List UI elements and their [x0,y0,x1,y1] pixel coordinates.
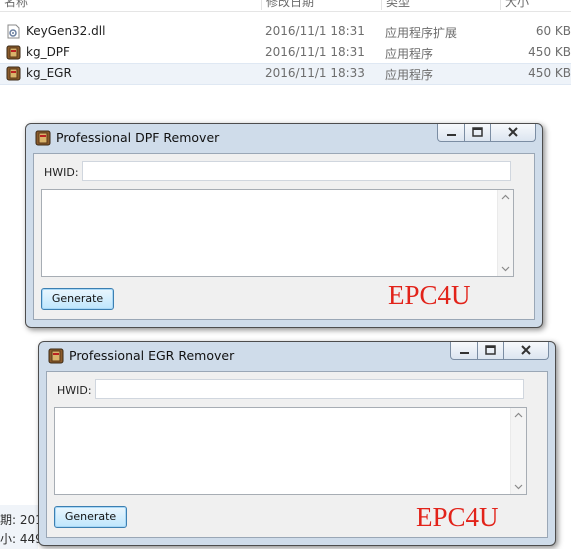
generate-button[interactable]: Generate [41,288,114,310]
minimize-button[interactable] [450,342,478,360]
file-size: 60 KB [535,24,571,38]
file-type: 应用程序 [385,68,434,82]
egr-remover-window: Professional EGR Remover HWID: Generate … [38,341,556,546]
maximize-icon [472,127,483,137]
file-type: 应用程序 [385,47,434,61]
generate-button[interactable]: Generate [54,506,127,528]
vertical-scrollbar[interactable] [510,408,526,494]
scroll-up-icon[interactable] [501,194,510,200]
caption-buttons [437,124,536,142]
close-button[interactable] [503,342,549,360]
column-header-size[interactable]: 大小 [500,0,529,10]
dpf-remover-window: Professional DPF Remover HWID: Generate … [25,123,543,328]
window-titlebar[interactable]: Professional DPF Remover [26,124,542,148]
column-header-type[interactable]: 类型 [381,0,410,10]
key-output-textarea[interactable] [41,189,514,277]
maximize-icon [485,345,496,355]
window-title: Professional DPF Remover [56,130,220,145]
app-icon [35,130,51,146]
minimize-icon [447,134,456,136]
hwid-input[interactable] [82,161,511,181]
vertical-scrollbar[interactable] [497,190,513,276]
hwid-label: HWID: [57,384,92,397]
file-date: 2016/11/1 18:33 [265,66,365,80]
file-type: 应用程序扩展 [385,26,458,40]
app-exe-icon [6,45,21,60]
hwid-input[interactable] [95,379,524,399]
file-name: kg_DPF [26,45,70,59]
file-date: 2016/11/1 18:31 [265,24,365,38]
file-row-keygen32[interactable]: KeyGen32.dll 2016/11/1 18:31 应用程序扩展 60 K… [0,22,571,42]
maximize-button[interactable] [477,342,504,360]
maximize-button[interactable] [464,124,491,142]
watermark-text: EPC4U [388,280,471,310]
app-exe-icon [6,66,21,81]
key-output-textarea[interactable] [54,407,527,495]
file-date: 2016/11/1 18:31 [265,45,365,59]
column-header-bar: 名称 修改日期 类型 大小 [0,0,571,12]
close-icon [508,127,518,137]
minimize-icon [460,352,469,354]
app-icon [48,348,64,364]
window-titlebar[interactable]: Professional EGR Remover [39,342,555,366]
scroll-up-icon[interactable] [514,412,523,418]
file-size: 450 KB [528,66,571,80]
column-header-name[interactable]: 名称 [0,0,28,10]
details-pane: 期: 2016 小: 449 [0,505,50,549]
hwid-label: HWID: [44,166,79,179]
scroll-down-icon[interactable] [501,266,510,272]
window-client: HWID: Generate EPC4U [46,371,548,538]
file-size: 450 KB [528,45,571,59]
watermark-text: EPC4U [416,502,499,532]
scroll-down-icon[interactable] [514,484,523,490]
window-client: HWID: Generate EPC4U [33,153,535,320]
caption-buttons [450,342,549,360]
file-row-kg-dpf[interactable]: kg_DPF 2016/11/1 18:31 应用程序 450 KB [0,43,571,63]
file-row-kg-egr[interactable]: kg_EGR 2016/11/1 18:33 应用程序 450 KB [0,63,571,85]
column-header-date[interactable]: 修改日期 [261,0,314,10]
file-name: kg_EGR [26,66,72,80]
minimize-button[interactable] [437,124,465,142]
dll-file-icon [7,24,20,39]
close-icon [521,345,531,355]
file-name: KeyGen32.dll [26,24,106,38]
close-button[interactable] [490,124,536,142]
window-title: Professional EGR Remover [69,348,235,363]
details-size: 小: 449 [0,532,43,546]
